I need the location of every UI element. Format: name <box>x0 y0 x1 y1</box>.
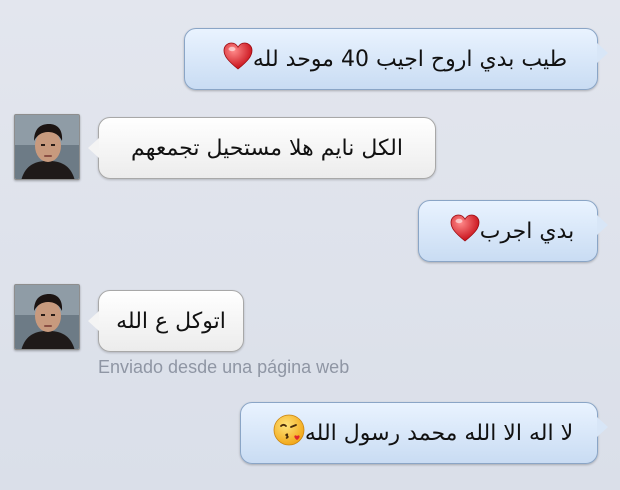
heart-icon <box>223 42 253 76</box>
contact-avatar[interactable] <box>14 284 80 350</box>
message-text: الكل نايم هلا مستحيل تجمعهم <box>131 135 403 161</box>
message-text: بدي اجرب <box>479 218 575 244</box>
message-bubble-incoming[interactable]: اتوكل ع الله <box>88 290 244 352</box>
message-bubble-outgoing[interactable]: لا اله الا الله محمد رسول الله <box>240 402 608 464</box>
chat-thread: طيب بدي اروح اجيب 40 موحد لله الكل نايم … <box>0 0 620 490</box>
heart-icon <box>450 214 480 248</box>
contact-avatar[interactable] <box>14 114 80 180</box>
kissing-face-emoji-icon <box>273 414 305 452</box>
message-text: طيب بدي اروح اجيب 40 موحد لله <box>252 46 568 72</box>
message-text: لا اله الا الله محمد رسول الله <box>304 420 574 446</box>
message-bubble-outgoing[interactable]: طيب بدي اروح اجيب 40 موحد لله <box>184 28 608 90</box>
message-text: اتوكل ع الله <box>116 308 226 334</box>
sent-from-web-notice: Enviado desde una página web <box>98 357 350 377</box>
message-bubble-incoming[interactable]: الكل نايم هلا مستحيل تجمعهم <box>88 117 436 179</box>
message-bubble-outgoing[interactable]: بدي اجرب <box>418 200 608 262</box>
